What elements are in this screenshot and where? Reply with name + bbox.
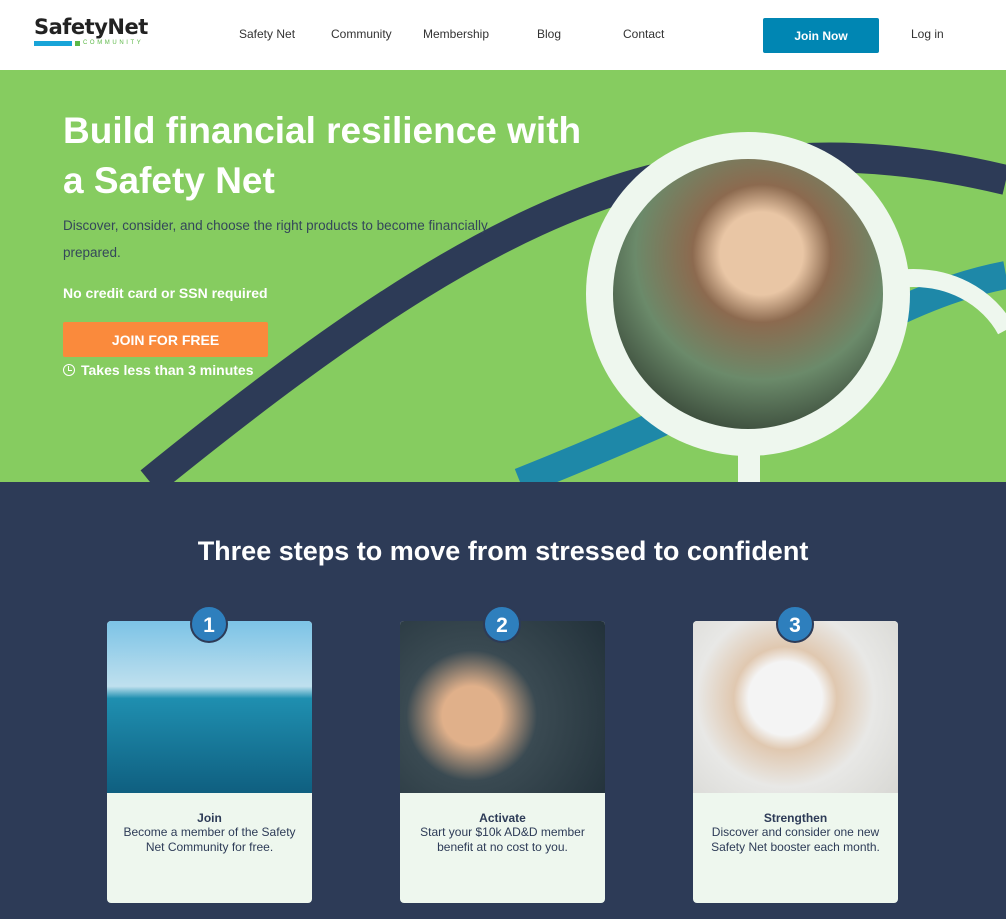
step-title: Join xyxy=(197,811,222,825)
step-card-join: 1 Join Become a member of the Safety Net… xyxy=(107,605,312,903)
step-card-activate: 2 Activate Start your $10k AD&D member b… xyxy=(400,605,605,903)
step-number-badge: 2 xyxy=(483,605,521,643)
top-nav: SafetyNet COMMUNITY Safety Net Community… xyxy=(0,0,1006,70)
logo-subtext: COMMUNITY xyxy=(83,40,144,46)
step-description: Become a member of the Safety Net Commun… xyxy=(123,825,296,854)
step-description: Discover and consider one new Safety Net… xyxy=(711,825,880,854)
logo-text: SafetyNet xyxy=(34,15,148,39)
nav-blog[interactable]: Blog xyxy=(537,27,561,41)
step-description: Start your $10k AD&D member benefit at n… xyxy=(420,825,585,854)
step-number-badge: 1 xyxy=(190,605,228,643)
hero-photo-frame xyxy=(586,132,910,456)
join-for-free-button[interactable]: JOIN FOR FREE xyxy=(63,322,268,357)
hero-description: Discover, consider, and choose the right… xyxy=(63,218,488,260)
step-number-badge: 3 xyxy=(776,605,814,643)
step-card-strengthen: 3 Strengthen Discover and consider one n… xyxy=(693,605,898,903)
nav-contact[interactable]: Contact xyxy=(623,27,664,41)
nav-membership[interactable]: Membership xyxy=(423,27,489,41)
time-text: Takes less than 3 minutes xyxy=(81,362,254,378)
join-now-button[interactable]: Join Now xyxy=(763,18,879,53)
time-note: Takes less than 3 minutes xyxy=(63,362,253,378)
nav-safety-net[interactable]: Safety Net xyxy=(239,27,295,41)
hero-title: Build financial resilience with a Safety… xyxy=(63,110,582,201)
step-image xyxy=(693,621,898,793)
clock-icon xyxy=(63,364,75,376)
steps-title: Three steps to move from stressed to con… xyxy=(197,536,809,566)
nav-community[interactable]: Community xyxy=(331,27,392,41)
step-image xyxy=(400,621,605,793)
step-title: Strengthen xyxy=(763,811,828,825)
step-image xyxy=(107,621,312,793)
step-title: Activate xyxy=(479,811,526,825)
hero-section: Build financial resilience with a Safety… xyxy=(0,70,1006,482)
login-link[interactable]: Log in xyxy=(911,27,944,41)
hero-photo xyxy=(613,159,883,429)
logo[interactable]: SafetyNet COMMUNITY xyxy=(34,15,148,46)
steps-section: Three steps to move from stressed to con… xyxy=(0,482,1006,919)
no-credit-card-note: No credit card or SSN required xyxy=(63,285,268,301)
